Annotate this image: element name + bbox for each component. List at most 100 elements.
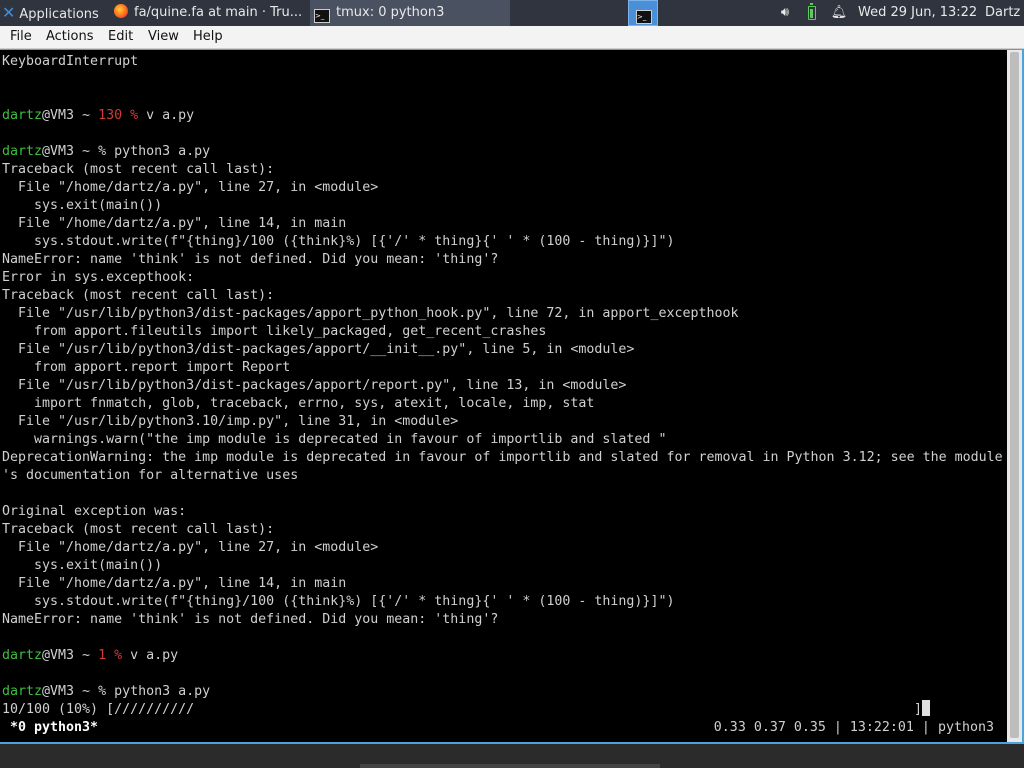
terminal-text: sys.stdout.write(f"{thing}/100 ({think}%…	[2, 594, 675, 609]
menu-edit[interactable]: Edit	[108, 26, 133, 48]
terminal-text: 's documentation for alternative uses	[2, 468, 299, 483]
bottom-panel	[0, 744, 1024, 768]
terminal-text: warnings.warn("the imp module is depreca…	[2, 432, 667, 447]
terminal-text: v a.py	[122, 648, 179, 663]
terminal-menubar: File Actions Edit View Help	[0, 26, 1024, 49]
terminal-text: from apport.fileutils import likely_pack…	[2, 324, 547, 339]
terminal-text: Traceback (most recent call last):	[2, 288, 275, 303]
terminal-line: Traceback (most recent call last):	[2, 521, 1003, 539]
firefox-icon	[114, 4, 128, 18]
terminal-text: dartz	[2, 648, 43, 663]
workspace-switcher[interactable]: >_	[628, 0, 658, 26]
terminal-line: File "/usr/lib/python3/dist-packages/app…	[2, 305, 1003, 323]
terminal-line: NameError: name 'think' is not defined. …	[2, 251, 1003, 269]
terminal-text: import fnmatch, glob, traceback, errno, …	[2, 396, 595, 411]
taskbar-firefox-label: fa/quine.fa at main · Tru...	[134, 5, 303, 20]
terminal-lines: KeyboardInterrupt dartz@VM3 ~ 130 % v a.p…	[2, 53, 1003, 719]
terminal-text: DeprecationWarning: the imp module is de…	[2, 450, 1003, 465]
tmux-right-status: 0.33 0.37 0.35 | 13:22:01 | python3	[713, 720, 994, 735]
terminal-line: File "/usr/lib/python3/dist-packages/app…	[2, 341, 1003, 359]
terminal-line: File "/home/dartz/a.py", line 27, in <mo…	[2, 179, 1003, 197]
terminal-line: sys.exit(main())	[2, 557, 1003, 575]
applications-menu[interactable]: ✕ Applications	[2, 0, 110, 26]
terminal-line: dartz@VM3 ~ % python3 a.py	[2, 143, 1003, 161]
menu-view[interactable]: View	[148, 26, 179, 48]
scrollbar-thumb[interactable]	[1010, 52, 1019, 738]
terminal-text: 10/100 (10%) [//////////	[2, 702, 195, 717]
terminal-text: Error in sys.excepthook:	[2, 270, 195, 285]
terminal-text: NameError: name 'think' is not defined. …	[2, 252, 499, 267]
terminal-text: 1 %	[98, 648, 123, 663]
terminal-text: File "/home/dartz/a.py", line 14, in mai…	[2, 576, 347, 591]
terminal-line: dartz@VM3 ~ 130 % v a.py	[2, 107, 1003, 125]
menu-help[interactable]: Help	[193, 26, 223, 48]
terminal-text: v a.py	[138, 108, 195, 123]
terminal-line: sys.stdout.write(f"{thing}/100 ({think}%…	[2, 593, 1003, 611]
terminal-text: File "/home/dartz/a.py", line 27, in <mo…	[2, 540, 379, 555]
terminal-line: KeyboardInterrupt	[2, 53, 1003, 71]
terminal-line: dartz@VM3 ~ 1 % v a.py	[2, 647, 1003, 665]
terminal-text: NameError: name 'think' is not defined. …	[2, 612, 499, 627]
terminal-text: File "/usr/lib/python3/dist-packages/app…	[2, 378, 627, 393]
terminal-line: Traceback (most recent call last):	[2, 287, 1003, 305]
terminal-line: Original exception was:	[2, 503, 1003, 521]
battery-icon[interactable]	[805, 0, 821, 26]
terminal-line: sys.stdout.write(f"{thing}/100 ({think}%…	[2, 233, 1003, 251]
terminal-line: 's documentation for alternative uses	[2, 467, 1003, 485]
terminal-cursor	[922, 700, 930, 716]
user-menu[interactable]: Dartz	[985, 0, 1024, 26]
terminal-text: @VM3 ~ % python3 a.py	[42, 144, 211, 159]
terminal-line: File "/home/dartz/a.py", line 14, in mai…	[2, 215, 1003, 233]
terminal-line: Traceback (most recent call last):	[2, 161, 1003, 179]
tmux-status-bar: *0 python3* 0.33 0.37 0.35 | 13:22:01 | …	[0, 718, 1007, 738]
applications-label: Applications	[19, 7, 99, 22]
terminal-icon: >_	[314, 9, 330, 23]
terminal-text: @VM3 ~	[42, 108, 99, 123]
terminal-line: NameError: name 'think' is not defined. …	[2, 611, 1003, 629]
terminal-line: File "/usr/lib/python3/dist-packages/app…	[2, 377, 1003, 395]
volume-icon[interactable]: 🔊︎	[775, 0, 795, 26]
taskbar-terminal-label: tmux: 0 python3	[336, 5, 445, 20]
terminal-scrollbar[interactable]	[1007, 50, 1022, 742]
taskbar-terminal[interactable]: >_ tmux: 0 python3	[310, 0, 510, 26]
terminal-line: Error in sys.excepthook:	[2, 269, 1003, 287]
terminal-line: File "/usr/lib/python3.10/imp.py", line …	[2, 413, 1003, 431]
terminal-text: dartz	[2, 684, 43, 699]
menu-file[interactable]: File	[10, 26, 32, 48]
clock[interactable]: Wed 29 Jun, 13:22	[858, 0, 982, 26]
terminal-text: 130 %	[98, 108, 139, 123]
tmux-window-label[interactable]: *0 python3*	[10, 718, 98, 738]
terminal-text: @VM3 ~	[42, 648, 99, 663]
terminal-text: sys.stdout.write(f"{thing}/100 ({think}%…	[2, 234, 675, 249]
terminal-line: from apport.fileutils import likely_pack…	[2, 323, 1003, 341]
taskbar-firefox[interactable]: fa/quine.fa at main · Tru...	[110, 0, 308, 26]
terminal-line: sys.exit(main())	[2, 197, 1003, 215]
terminal-text: dartz	[2, 108, 43, 123]
workspace-terminal-icon: >_	[636, 10, 652, 24]
terminal-text: File "/home/dartz/a.py", line 14, in mai…	[2, 216, 347, 231]
terminal-text: File "/usr/lib/python3.10/imp.py", line …	[2, 414, 459, 429]
terminal-line: File "/home/dartz/a.py", line 14, in mai…	[2, 575, 1003, 593]
notification-bell-icon[interactable]: 🔔︎	[830, 0, 848, 26]
terminal-text: @VM3 ~ % python3 a.py	[42, 684, 211, 699]
terminal-line: import fnmatch, glob, traceback, errno, …	[2, 395, 1003, 413]
xfce-logo-icon: ✕	[2, 3, 16, 22]
bottom-panel-strip	[360, 764, 660, 768]
terminal-text: Traceback (most recent call last):	[2, 162, 275, 177]
terminal-line: dartz@VM3 ~ % python3 a.py	[2, 683, 1003, 701]
menu-actions[interactable]: Actions	[46, 26, 94, 48]
terminal-text: dartz	[2, 144, 43, 159]
terminal-text: from apport.report import Report	[2, 360, 291, 375]
terminal-output[interactable]: KeyboardInterrupt dartz@VM3 ~ 130 % v a.p…	[0, 50, 1007, 742]
cursor-bracket: ]	[914, 702, 923, 717]
terminal-line: warnings.warn("the imp module is depreca…	[2, 431, 1003, 449]
terminal-text: File "/usr/lib/python3/dist-packages/app…	[2, 342, 635, 357]
top-panel: ✕ Applications fa/quine.fa at main · Tru.…	[0, 0, 1024, 26]
terminal-frame: KeyboardInterrupt dartz@VM3 ~ 130 % v a.p…	[0, 49, 1024, 744]
